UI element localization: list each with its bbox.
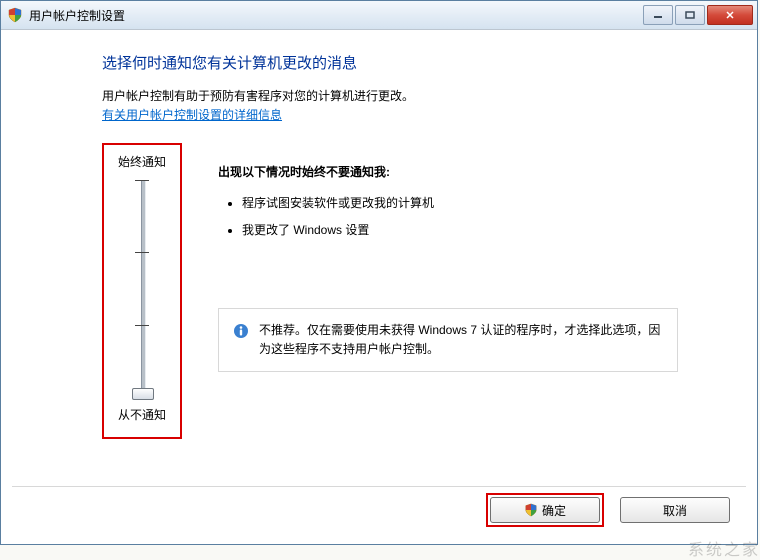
shield-icon <box>524 503 538 517</box>
titlebar: 用户帐户控制设置 <box>1 1 757 30</box>
ok-button[interactable]: 确定 <box>490 497 600 523</box>
shield-icon <box>7 7 23 23</box>
slider-thumb[interactable] <box>132 388 154 400</box>
uac-settings-window: 用户帐户控制设置 选择何时通知您有关计算机更改的消息 用户帐户控制有助于预防有害… <box>0 0 758 545</box>
learn-more-link[interactable]: 有关用户帐户控制设置的详细信息 <box>102 106 282 123</box>
recommendation-text: 不推荐。仅在需要使用未获得 Windows 7 认证的程序时，才选择此选项，因为… <box>259 321 663 359</box>
content-area: 选择何时通知您有关计算机更改的消息 用户帐户控制有助于预防有害程序对您的计算机进… <box>2 30 756 543</box>
slider-tick <box>135 180 149 183</box>
ok-button-label: 确定 <box>542 502 566 519</box>
close-button[interactable] <box>707 5 753 25</box>
slider-tick <box>135 252 149 255</box>
detail-bullets: 程序试图安装软件或更改我的计算机 我更改了 Windows 设置 <box>242 194 698 238</box>
info-icon <box>233 323 249 339</box>
ok-button-highlight: 确定 <box>486 493 604 527</box>
bullet-item: 我更改了 Windows 设置 <box>242 221 698 238</box>
bullet-item: 程序试图安装软件或更改我的计算机 <box>242 194 698 211</box>
notification-slider-block: 始终通知 从不通知 <box>102 143 182 439</box>
window-title: 用户帐户控制设置 <box>29 7 641 24</box>
detail-subhead: 出现以下情况时始终不要通知我: <box>218 163 698 180</box>
recommendation-box: 不推荐。仅在需要使用未获得 Windows 7 认证的程序时，才选择此选项，因为… <box>218 308 678 372</box>
cancel-button[interactable]: 取消 <box>620 497 730 523</box>
slider-bottom-label: 从不通知 <box>104 406 180 423</box>
separator <box>12 486 746 487</box>
maximize-button[interactable] <box>675 5 705 25</box>
page-heading: 选择何时通知您有关计算机更改的消息 <box>102 52 756 73</box>
notification-slider[interactable] <box>104 176 180 404</box>
minimize-button[interactable] <box>643 5 673 25</box>
button-row: 确定 取消 <box>486 493 734 527</box>
watermark: 系统之家 <box>688 536 760 560</box>
main-row: 始终通知 从不通知 出现以下情况时始终不要通知我: 程序试图安装软件或更改我的计… <box>2 143 756 439</box>
cancel-button-wrap: 取消 <box>616 493 734 527</box>
slider-track <box>141 180 146 400</box>
detail-panel: 出现以下情况时始终不要通知我: 程序试图安装软件或更改我的计算机 我更改了 Wi… <box>218 143 698 372</box>
slider-tick <box>135 325 149 328</box>
slider-top-label: 始终通知 <box>104 153 180 170</box>
cancel-button-label: 取消 <box>663 502 687 519</box>
page-description: 用户帐户控制有助于预防有害程序对您的计算机进行更改。 <box>102 87 756 104</box>
window-controls <box>641 5 753 25</box>
